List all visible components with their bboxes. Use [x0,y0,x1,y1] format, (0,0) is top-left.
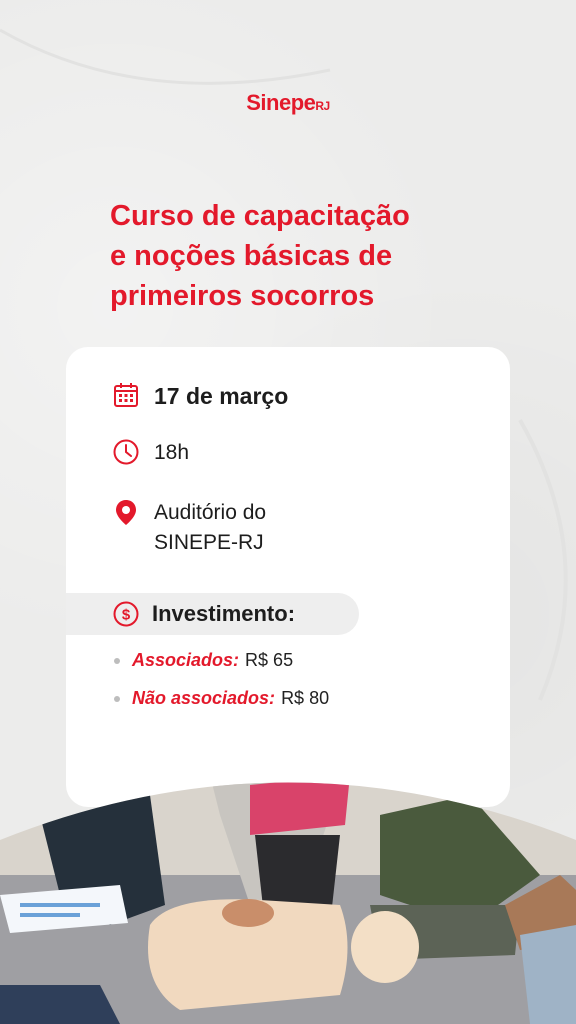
dollar-circle-icon: $ [113,601,139,627]
title-line: e noções básicas de [110,240,393,272]
price-value: R$ 65 [245,650,294,670]
location-line-1: Auditório do [154,501,267,524]
page-title: Curso de capacitação e noções básicas de… [110,196,510,316]
title-line: Curso de capacitação [110,200,410,232]
event-time: 18h [154,441,190,464]
svg-text:$: $ [122,607,131,624]
price-item: Associados: R$ 65 [114,650,293,671]
logo-suffix-text: RJ [315,99,330,113]
brand-logo: SinepeRJ [0,90,576,116]
event-location: Auditório do SINEPE-RJ [154,498,266,558]
location-line-2: SINEPE-RJ [154,531,264,554]
investment-header: $ Investimento: [66,593,359,635]
investment-heading: Investimento: [152,601,296,626]
bullet-dot [114,657,120,664]
date-row: 17 de março [112,381,288,411]
location-row: Auditório do SINEPE-RJ [112,498,266,558]
cpr-training-photo [0,782,576,1024]
location-pin-icon [116,500,136,525]
logo-main-text: Sinepe [246,90,316,115]
price-value: R$ 80 [281,688,330,708]
price-item: Não associados: R$ 80 [114,688,329,709]
bullet-dot [114,695,120,702]
calendar-icon [114,383,138,407]
price-label: Associados: [132,650,240,670]
time-row: 18h [112,438,189,468]
price-label: Não associados: [132,688,276,708]
clock-icon [113,439,139,465]
event-date: 17 de março [154,383,289,409]
event-info-card: 17 de março 18h Auditório do SINEPE-RJ $… [66,347,510,807]
title-line: primeiros socorros [110,280,375,312]
